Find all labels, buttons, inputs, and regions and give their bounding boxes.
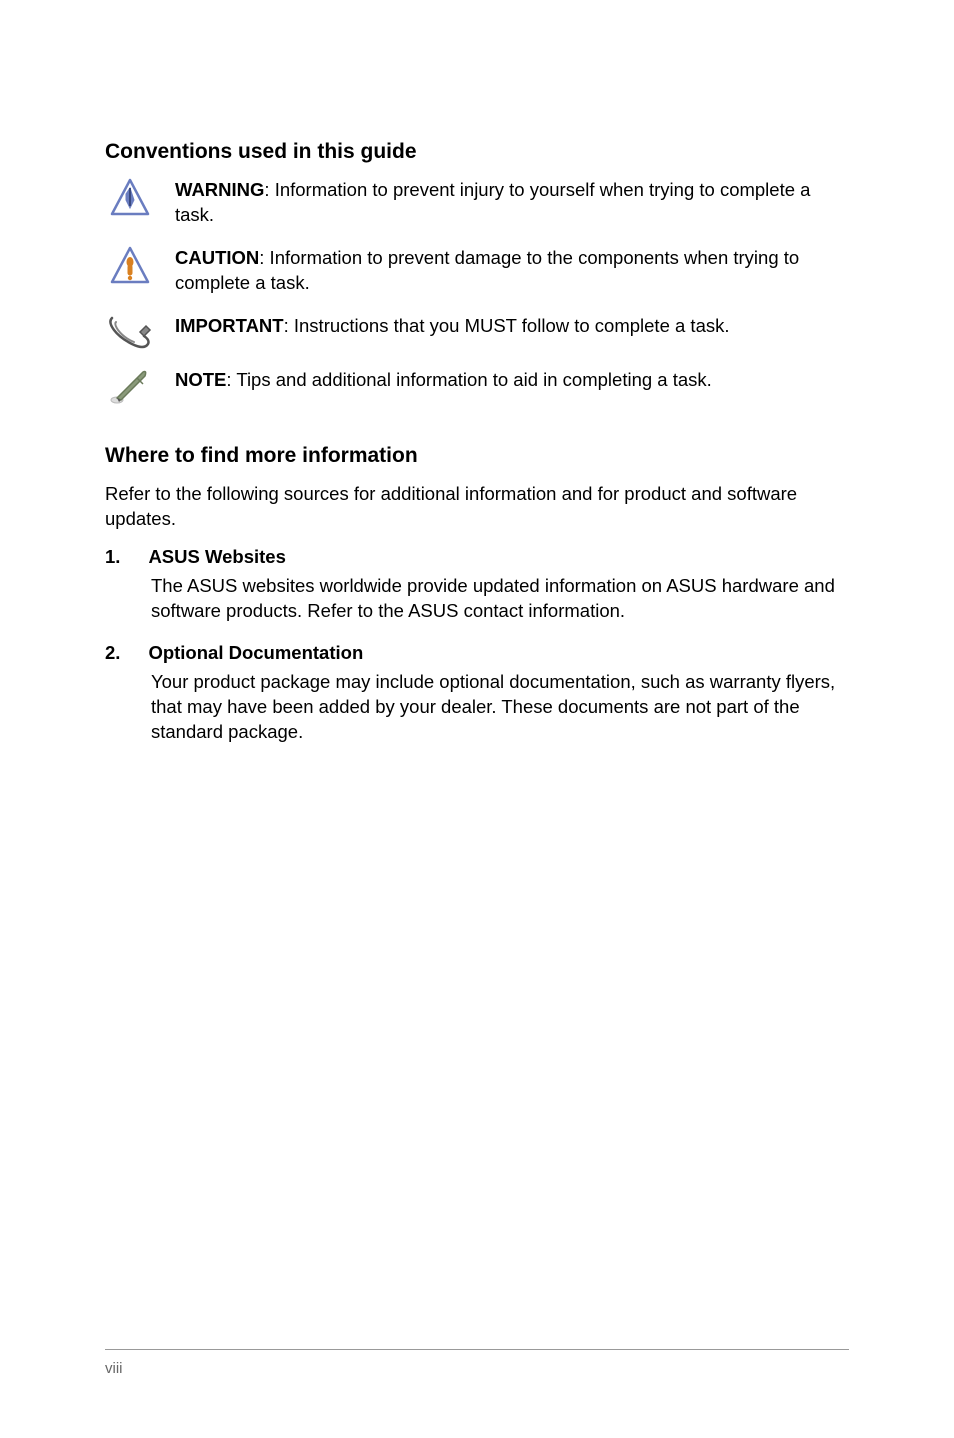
page-number: viii bbox=[105, 1360, 123, 1377]
important-label: IMPORTANT bbox=[175, 315, 284, 336]
important-icon bbox=[105, 314, 155, 350]
where-intro: Refer to the following sources for addit… bbox=[105, 482, 849, 532]
caution-icon bbox=[105, 246, 155, 286]
conventions-heading: Conventions used in this guide bbox=[105, 140, 849, 164]
warning-text: WARNING: Information to prevent injury t… bbox=[175, 178, 849, 228]
important-body: : Instructions that you MUST follow to c… bbox=[284, 315, 730, 336]
item-1-body: The ASUS websites worldwide provide upda… bbox=[151, 574, 849, 624]
item-1-num: 1. bbox=[105, 546, 120, 568]
important-text: IMPORTANT: Instructions that you MUST fo… bbox=[175, 314, 849, 339]
caution-row: CAUTION: Information to prevent damage t… bbox=[105, 246, 849, 296]
item-2-header: 2. Optional Documentation bbox=[105, 642, 849, 664]
warning-body: : Information to prevent injury to yours… bbox=[175, 179, 810, 225]
note-text: NOTE: Tips and additional information to… bbox=[175, 368, 849, 393]
page-footer: viii bbox=[105, 1349, 849, 1378]
item-1-heading: ASUS Websites bbox=[148, 546, 285, 568]
item-2-body: Your product package may include optiona… bbox=[151, 670, 849, 745]
note-body: : Tips and additional information to aid… bbox=[226, 369, 711, 390]
warning-label: WARNING bbox=[175, 179, 264, 200]
important-row: IMPORTANT: Instructions that you MUST fo… bbox=[105, 314, 849, 350]
note-label: NOTE bbox=[175, 369, 226, 390]
item-2-heading: Optional Documentation bbox=[148, 642, 363, 664]
warning-icon bbox=[105, 178, 155, 218]
where-heading: Where to find more information bbox=[105, 444, 849, 468]
note-icon bbox=[105, 368, 155, 406]
item-1-header: 1. ASUS Websites bbox=[105, 546, 849, 568]
note-row: NOTE: Tips and additional information to… bbox=[105, 368, 849, 406]
warning-row: WARNING: Information to prevent injury t… bbox=[105, 178, 849, 228]
caution-body: : Information to prevent damage to the c… bbox=[175, 247, 799, 293]
item-2-num: 2. bbox=[105, 642, 120, 664]
caution-text: CAUTION: Information to prevent damage t… bbox=[175, 246, 849, 296]
caution-label: CAUTION bbox=[175, 247, 259, 268]
